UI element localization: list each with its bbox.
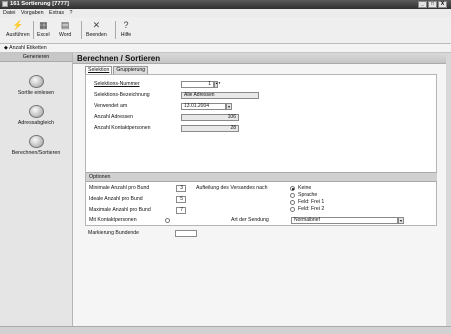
selektions-bezeichnung-label: Selektions-Bezeichnung bbox=[94, 92, 150, 98]
run-icon: ⚡ bbox=[12, 20, 24, 30]
sidebar-header: Generieren bbox=[0, 53, 72, 62]
sidebar-item-label: Sortlie einlesen bbox=[17, 90, 55, 96]
close-window-button[interactable]: X bbox=[438, 1, 447, 8]
radio-frei1-label: Feld: Frei 1 bbox=[298, 199, 325, 205]
art-der-sendung-select[interactable]: Normalbrief bbox=[291, 217, 398, 224]
ideal-anzahl-label: Ideale Anzahl pro Bund bbox=[89, 196, 143, 202]
radio-frei2-label: Feld: Frei 2 bbox=[298, 206, 325, 212]
minimize-button[interactable]: _ bbox=[418, 1, 427, 8]
mit-kontaktpersonen-checkbox[interactable] bbox=[165, 218, 170, 223]
close-icon: ✕ bbox=[92, 20, 101, 30]
min-anzahl-input[interactable]: 3 bbox=[176, 185, 186, 192]
selektions-nummer-input[interactable]: 1 bbox=[181, 81, 214, 88]
window-title: 161 Sortierung [7777] bbox=[10, 1, 69, 7]
calculate-icon bbox=[28, 135, 44, 148]
menu-extras[interactable]: Extras bbox=[49, 10, 64, 16]
selektions-nummer-spinner[interactable]: ▲▼ bbox=[214, 81, 221, 88]
sidebar-item-label: Berechnen/Sortieren bbox=[11, 150, 61, 156]
tab-bar: Selektion Gruppierung bbox=[85, 66, 149, 74]
menu-vorgaben[interactable]: Vorgaben bbox=[21, 10, 44, 16]
verwendet-am-field[interactable]: 13.01.2004 bbox=[181, 103, 226, 110]
maximize-button[interactable]: □ bbox=[428, 1, 437, 8]
markierung-bundende-label: Markierung Bundende bbox=[88, 230, 140, 236]
run-button[interactable]: ⚡ Ausführen bbox=[6, 20, 30, 38]
anzahl-adressen-label: Anzahl Adressen bbox=[94, 114, 133, 120]
selektions-bezeichnung-field: Alle Adressen bbox=[181, 92, 259, 99]
word-label: Word bbox=[59, 32, 72, 38]
min-anzahl-label: Minimale Anzahl pro Bund bbox=[89, 185, 150, 191]
excel-icon: ▦ bbox=[39, 20, 48, 30]
compare-icon bbox=[28, 105, 44, 118]
main-content: Berechnen / Sortieren Selektion Gruppier… bbox=[73, 53, 446, 334]
anzahl-kontaktpersonen-label: Anzahl Kontaktpersonen bbox=[94, 125, 151, 131]
verwendet-am-label: Verwendet am bbox=[94, 103, 128, 109]
menu-bar: Datei Vorgaben Extras ? bbox=[0, 9, 451, 17]
aufteilung-label: Aufteilung des Versandes nach bbox=[196, 185, 268, 191]
etiketten-icon: ◆ bbox=[4, 45, 8, 51]
help-icon: ? bbox=[123, 20, 129, 30]
title-bar: 161 Sortierung [7777] _ □ X bbox=[0, 0, 451, 9]
app-icon bbox=[2, 1, 8, 7]
sidebar-item-adressabgleich[interactable]: Adressabgleich bbox=[0, 105, 72, 126]
word-button[interactable]: ▤ Word bbox=[59, 20, 71, 38]
tab-gruppierung[interactable]: Gruppierung bbox=[113, 66, 149, 74]
toolbar-separator bbox=[81, 21, 82, 39]
beenden-label: Beenden bbox=[86, 32, 107, 38]
tab-selektion[interactable]: Selektion bbox=[85, 66, 113, 74]
menu-help[interactable]: ? bbox=[70, 10, 73, 16]
word-icon: ▤ bbox=[60, 20, 70, 30]
secondary-toolbar: ◆ Anzahl Etiketten bbox=[0, 44, 451, 53]
excel-button[interactable]: ▦ Excel bbox=[37, 20, 50, 38]
anzahl-kontaktpersonen-field: 28 bbox=[181, 125, 239, 132]
anzahl-adressen-field: 106 bbox=[181, 114, 239, 121]
status-bar bbox=[0, 326, 451, 334]
beenden-button[interactable]: ✕ Beenden bbox=[86, 20, 107, 38]
anzahl-etiketten-button[interactable]: Anzahl Etiketten bbox=[9, 45, 47, 51]
run-label: Ausführen bbox=[6, 32, 30, 38]
radio-frei2[interactable] bbox=[290, 207, 295, 212]
radio-sprache[interactable] bbox=[290, 193, 295, 198]
markierung-bundende-input[interactable] bbox=[175, 230, 197, 237]
page-title: Berechnen / Sortieren bbox=[73, 53, 446, 64]
help-label: Hilfe bbox=[120, 32, 132, 38]
art-der-sendung-dropdown-button[interactable]: ▾ bbox=[398, 217, 404, 224]
max-anzahl-input[interactable]: 7 bbox=[176, 207, 186, 214]
sidebar-item-berechnen-sortieren[interactable]: Berechnen/Sortieren bbox=[0, 135, 72, 156]
help-button[interactable]: ? Hilfe bbox=[120, 20, 132, 38]
sidebar-item-sortlie-einlesen[interactable]: Sortlie einlesen bbox=[0, 75, 72, 96]
mit-kontaktpersonen-label: Mit Kontaktpersonen bbox=[89, 217, 137, 223]
sidebar-item-label: Adressabgleich bbox=[17, 120, 55, 126]
sidebar: Generieren Sortlie einlesen Adressabglei… bbox=[0, 53, 73, 334]
excel-label: Excel bbox=[37, 32, 50, 38]
max-anzahl-label: Maximale Anzahl pro Bund bbox=[89, 207, 151, 213]
toolbar-separator bbox=[115, 21, 116, 39]
toolbar: ⚡ Ausführen ▦ Excel ▤ Word ✕ Beenden ? H… bbox=[0, 17, 451, 44]
application-window: 161 Sortierung [7777] _ □ X Datei Vorgab… bbox=[0, 0, 451, 334]
menu-datei[interactable]: Datei bbox=[3, 10, 15, 16]
ideal-anzahl-input[interactable]: 5 bbox=[176, 196, 186, 203]
selektions-nummer-label: Selektions-Nummer bbox=[94, 81, 140, 87]
radio-keine-label: Keine bbox=[298, 185, 312, 191]
import-icon bbox=[28, 75, 44, 88]
toolbar-separator bbox=[33, 21, 34, 39]
radio-sprache-label: Sprache bbox=[298, 192, 318, 198]
art-der-sendung-label: Art der Sendung bbox=[231, 217, 269, 223]
optionen-section-title: Optionen bbox=[86, 172, 437, 182]
date-dropdown-button[interactable]: ▾ bbox=[226, 103, 232, 110]
selektion-panel: Selektions-Nummer 1 ▲▼ Selektions-Bezeic… bbox=[85, 74, 437, 226]
radio-keine[interactable] bbox=[290, 186, 295, 191]
radio-frei1[interactable] bbox=[290, 200, 295, 205]
